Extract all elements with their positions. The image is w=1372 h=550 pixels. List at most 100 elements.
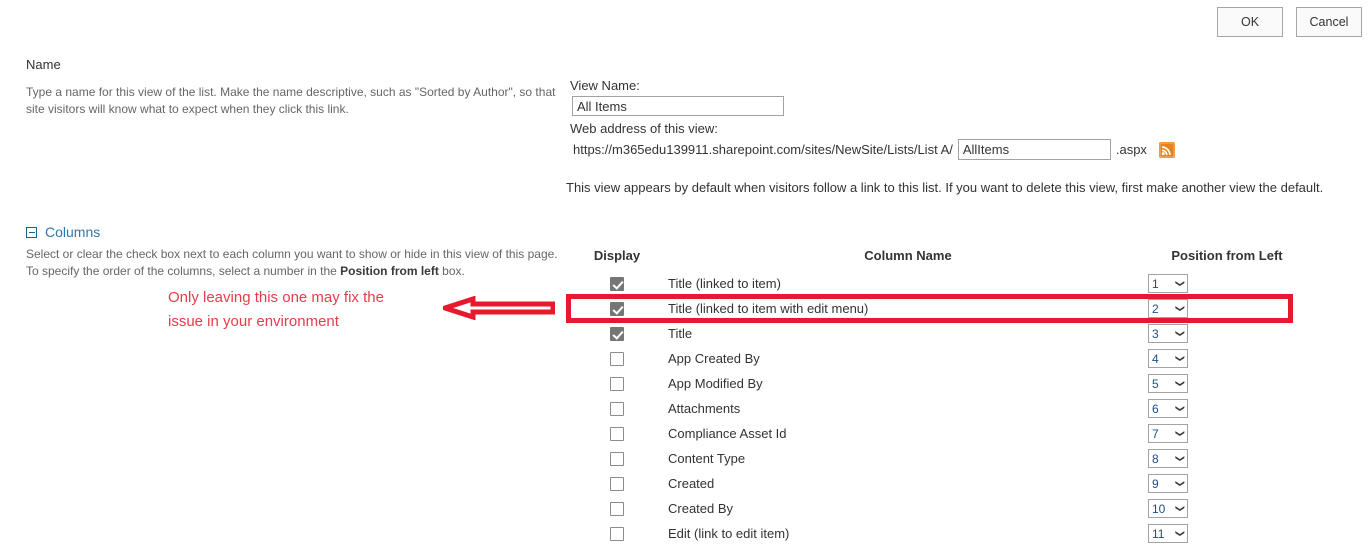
table-row: Title (linked to item) 1 ❯ — [566, 271, 1306, 296]
chevron-down-icon: ❯ — [1175, 454, 1186, 463]
table-row: Compliance Asset Id 7 ❯ — [566, 421, 1306, 446]
ok-button[interactable]: OK — [1217, 7, 1283, 37]
chevron-down-icon: ❯ — [1175, 429, 1186, 438]
position-select[interactable]: 8 ❯ — [1148, 449, 1188, 468]
chevron-down-icon: ❯ — [1175, 379, 1186, 388]
display-checkbox[interactable] — [610, 377, 624, 392]
cell-display — [566, 421, 668, 446]
view-name-label: View Name: — [570, 78, 640, 93]
cell-column-name: Attachments — [668, 401, 741, 416]
display-checkbox[interactable] — [610, 477, 624, 492]
cell-position: 2 ❯ — [1148, 296, 1306, 321]
display-checkbox[interactable] — [610, 452, 624, 467]
display-checkbox[interactable] — [610, 502, 624, 517]
position-select[interactable]: 9 ❯ — [1148, 474, 1188, 493]
position-select[interactable]: 7 ❯ — [1148, 424, 1188, 443]
table-row: App Modified By 5 ❯ — [566, 371, 1306, 396]
table-row: Edit (link to edit item) 11 ❯ — [566, 521, 1306, 546]
columns-desc-bold: Position from left — [340, 264, 439, 278]
cell-display — [566, 496, 668, 521]
table-row: Title (linked to item with edit menu) 2 ❯ — [566, 296, 1306, 321]
table-row: Created 9 ❯ — [566, 471, 1306, 496]
cell-display — [566, 346, 668, 371]
cell-position: 5 ❯ — [1148, 371, 1306, 396]
cell-position: 11 ❯ — [1148, 521, 1306, 546]
cell-display — [566, 521, 668, 546]
annotation-text: Only leaving this one may fix the issue … — [168, 286, 428, 334]
chevron-down-icon: ❯ — [1175, 279, 1186, 288]
position-select[interactable]: 4 ❯ — [1148, 349, 1188, 368]
display-checkbox — [610, 327, 624, 342]
cell-column-name: App Modified By — [668, 376, 763, 391]
position-select-value: 5 — [1152, 376, 1159, 391]
url-prefix-text: https://m365edu139911.sharepoint.com/sit… — [573, 142, 953, 157]
cell-position: 3 ❯ — [1148, 321, 1306, 346]
display-checkbox[interactable] — [610, 352, 624, 367]
chevron-down-icon: ❯ — [1175, 529, 1186, 538]
cell-display — [566, 446, 668, 471]
view-name-input[interactable] — [572, 96, 784, 116]
left-arrow-annotation-icon — [436, 295, 556, 321]
name-section-heading: Name — [26, 57, 61, 72]
cell-display — [566, 271, 668, 296]
display-checkbox[interactable] — [610, 427, 624, 442]
position-select[interactable]: 3 ❯ — [1148, 324, 1188, 343]
cell-column-name: Title — [668, 326, 693, 341]
url-suffix-text: .aspx — [1115, 142, 1147, 157]
display-checkbox — [610, 302, 624, 317]
cancel-button[interactable]: Cancel — [1296, 7, 1362, 37]
rss-feed-icon[interactable] — [1158, 141, 1175, 158]
position-select-value: 4 — [1152, 351, 1159, 366]
chevron-down-icon: ❯ — [1175, 504, 1186, 513]
cell-display — [566, 321, 668, 346]
position-select-value: 1 — [1152, 276, 1159, 291]
table-row: Attachments 6 ❯ — [566, 396, 1306, 421]
annotation-text-line2: issue in your environment — [168, 313, 339, 330]
cell-column-name: Edit (link to edit item) — [668, 526, 790, 541]
cell-display — [566, 296, 668, 321]
cell-column-name: Title (linked to item with edit menu) — [668, 301, 869, 316]
table-row: Content Type 8 ❯ — [566, 446, 1306, 471]
cell-column-name: Compliance Asset Id — [668, 426, 787, 441]
web-address-row: https://m365edu139911.sharepoint.com/sit… — [573, 139, 1175, 160]
cell-column-name: Created By — [668, 501, 734, 516]
chevron-down-icon: ❯ — [1175, 404, 1186, 413]
position-select-value: 11 — [1152, 526, 1165, 541]
position-select[interactable]: 11 ❯ — [1148, 524, 1188, 543]
table-row: Title 3 ❯ — [566, 321, 1306, 346]
annotation-text-line1: Only leaving this one may fix the — [168, 289, 384, 306]
position-select[interactable]: 5 ❯ — [1148, 374, 1188, 393]
chevron-down-icon: ❯ — [1175, 479, 1186, 488]
cell-position: 9 ❯ — [1148, 471, 1306, 496]
position-select[interactable]: 1 ❯ — [1148, 274, 1188, 293]
collapse-minus-icon[interactable] — [26, 226, 37, 238]
position-select[interactable]: 2 ❯ — [1148, 299, 1188, 318]
table-row: Created By 10 ❯ — [566, 496, 1306, 521]
cell-column-name: Created — [668, 476, 715, 491]
columns-desc-part1: Select or clear the check box next to ea… — [26, 247, 558, 278]
columns-section-title: Columns — [45, 224, 101, 240]
cell-position: 7 ❯ — [1148, 421, 1306, 446]
chevron-down-icon: ❯ — [1175, 354, 1186, 363]
columns-table: Display Column Name Position from Left T… — [566, 248, 1306, 546]
dialog-actions: OK Cancel — [1217, 7, 1362, 37]
chevron-down-icon: ❯ — [1175, 304, 1186, 313]
columns-section-header[interactable]: Columns — [26, 224, 100, 240]
position-select[interactable]: 6 ❯ — [1148, 399, 1188, 418]
name-section-description: Type a name for this view of the list. M… — [26, 85, 556, 116]
display-checkbox — [610, 277, 624, 292]
display-checkbox[interactable] — [610, 527, 624, 542]
position-select[interactable]: 10 ❯ — [1148, 499, 1188, 518]
cell-display — [566, 471, 668, 496]
columns-desc-part2: box. — [438, 264, 465, 278]
header-column-name: Column Name — [864, 248, 952, 263]
url-filename-input[interactable] — [957, 139, 1111, 160]
cell-column-name: Title (linked to item) — [668, 276, 781, 291]
cell-position: 1 ❯ — [1148, 271, 1306, 296]
position-select-value: 7 — [1152, 426, 1159, 441]
columns-table-body: Title (linked to item) 1 ❯ Title (linked to… — [566, 271, 1306, 546]
chevron-down-icon: ❯ — [1175, 329, 1186, 338]
position-select-value: 3 — [1152, 326, 1159, 341]
display-checkbox[interactable] — [610, 402, 624, 417]
default-view-note: This view appears by default when visito… — [566, 180, 1324, 195]
